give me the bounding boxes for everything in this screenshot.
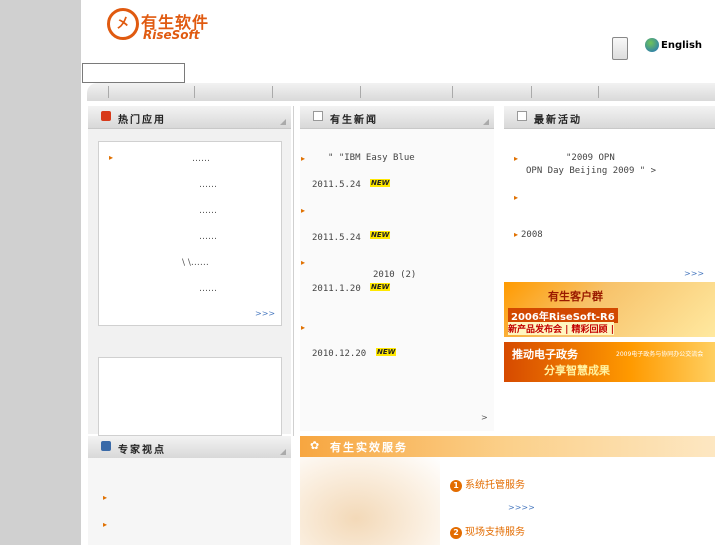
experts-header: 专家视点: [88, 436, 291, 459]
new-badge: NEW: [370, 179, 391, 187]
bullet-arrow-icon: ▸: [301, 206, 306, 215]
nav-separator: [194, 86, 195, 98]
bullet-arrow-icon: ▸: [109, 153, 114, 162]
left-empty-box: [98, 357, 282, 436]
language-label: English: [661, 39, 703, 51]
banner-caption: 新产品发布会 | 精彩回顾 |: [508, 322, 614, 335]
news-item-date: 2010.12.20: [312, 349, 367, 359]
activities-header: 最新活动: [504, 106, 715, 129]
bullet-arrow-icon: ▸: [103, 493, 108, 502]
hot-app-item[interactable]: ……: [199, 284, 217, 294]
bullet-arrow-icon: ▸: [301, 258, 306, 267]
number-1-icon: 1: [450, 480, 462, 492]
globe-icon: [645, 38, 659, 52]
hot-apps-header: 热门应用: [88, 106, 291, 129]
news-title: 有生新闻: [330, 115, 378, 126]
logo-english-name: RiseSoft: [143, 28, 200, 42]
language-switch[interactable]: English: [645, 38, 702, 52]
main-nav-bar: [87, 83, 715, 101]
bullet-arrow-icon: ▸: [514, 154, 519, 163]
nav-separator: [360, 86, 361, 98]
experts-title: 专家视点: [118, 445, 166, 456]
small-button[interactable]: [612, 37, 628, 60]
hot-app-item[interactable]: ……: [199, 180, 217, 190]
nav-separator: [452, 86, 453, 98]
hot-app-item[interactable]: ……: [199, 232, 217, 242]
service-label: 现场支持服务: [465, 527, 525, 538]
hot-apps-more-link[interactable]: >>>: [255, 309, 275, 318]
service-item-hosting[interactable]: 1 系统托管服务: [450, 476, 525, 492]
activities-more-link[interactable]: >>>: [684, 269, 704, 278]
nav-separator: [108, 86, 109, 98]
news-item-title[interactable]: 2010 (2): [373, 270, 416, 280]
hot-apps-box: ▸ …… …… …… …… \ \…… …… >>>: [98, 141, 282, 326]
news-item-date: 2011.1.20: [312, 284, 361, 294]
banner-caption: 2009电子政务与协同办公交流会: [616, 351, 704, 358]
news-icon: [313, 111, 323, 121]
activity-item-line2[interactable]: OPN Day Beijing 2009 " >: [526, 166, 656, 176]
hand-image: [300, 457, 440, 545]
service-item-onsite[interactable]: 2 现场支持服务: [450, 523, 525, 539]
bullet-arrow-icon: ▸: [301, 154, 306, 163]
news-item-title[interactable]: " "IBM Easy Blue: [328, 153, 415, 163]
experts-icon: [101, 441, 111, 451]
service-more-link[interactable]: >>>>: [508, 503, 535, 512]
logo-mark-icon: 㐅: [107, 8, 139, 40]
nav-separator: [598, 86, 599, 98]
services-body: 1 系统托管服务 >>>> 2 现场支持服务: [300, 457, 715, 545]
experts-body: ▸ ▸: [88, 458, 291, 545]
corner-icon: [280, 119, 286, 125]
news-more-link[interactable]: >: [481, 413, 488, 422]
corner-icon: [280, 449, 286, 455]
news-body: ▸ " "IBM Easy Blue 2011.5.24 NEW ▸ 2011.…: [300, 129, 494, 431]
column-divider: [293, 106, 294, 436]
service-label: 系统托管服务: [465, 480, 525, 491]
activity-item-line1[interactable]: "2009 OPN: [566, 153, 615, 163]
bullet-arrow-icon: ▸: [301, 323, 306, 332]
news-header: 有生新闻: [300, 106, 494, 129]
news-item-date: 2011.5.24: [312, 180, 361, 190]
nav-separator: [531, 86, 532, 98]
corner-icon: [483, 119, 489, 125]
new-badge: NEW: [370, 283, 391, 291]
search-input[interactable]: [82, 63, 185, 83]
banner-subtitle: 分享智慧成果: [544, 364, 610, 377]
bullet-arrow-icon: ▸: [514, 193, 519, 202]
hot-apps-title: 热门应用: [118, 115, 166, 126]
hot-apps-icon: [101, 111, 111, 121]
services-title: 有生实效服务: [330, 441, 408, 454]
new-badge: NEW: [370, 231, 391, 239]
news-item-date: 2011.5.24: [312, 233, 361, 243]
number-2-icon: 2: [450, 527, 462, 539]
nav-separator: [272, 86, 273, 98]
hot-app-item[interactable]: ……: [199, 206, 217, 216]
client-group-banner[interactable]: 有生客户群 2006年RiseSoft-R6 新产品发布会 | 精彩回顾 |: [504, 282, 715, 337]
banner-title: 推动电子政务: [512, 348, 578, 361]
hot-app-item[interactable]: ……: [192, 154, 210, 164]
activities-body: ▸ "2009 OPN OPN Day Beijing 2009 " > ▸ ▸…: [504, 129, 715, 279]
hot-app-item[interactable]: \ \……: [182, 258, 209, 268]
bullet-arrow-icon: ▸: [514, 230, 519, 239]
new-badge: NEW: [376, 348, 397, 356]
services-header: ✿ 有生实效服务: [300, 436, 715, 457]
risesoft-logo[interactable]: 㐅 有生软件 RiseSoft: [107, 8, 219, 44]
egov-banner[interactable]: 推动电子政务 分享智慧成果 2009电子政务与协同办公交流会: [504, 342, 715, 382]
bullet-arrow-icon: ▸: [103, 520, 108, 529]
ribbon-icon: ✿: [310, 439, 320, 452]
activity-item[interactable]: 2008: [521, 230, 543, 240]
left-margin: [0, 0, 81, 545]
banner-title: 有生客户群: [548, 290, 603, 303]
banner-subtitle: 2006年RiseSoft-R6: [508, 308, 618, 323]
activities-title: 最新活动: [534, 115, 582, 126]
activities-icon: [517, 111, 527, 121]
